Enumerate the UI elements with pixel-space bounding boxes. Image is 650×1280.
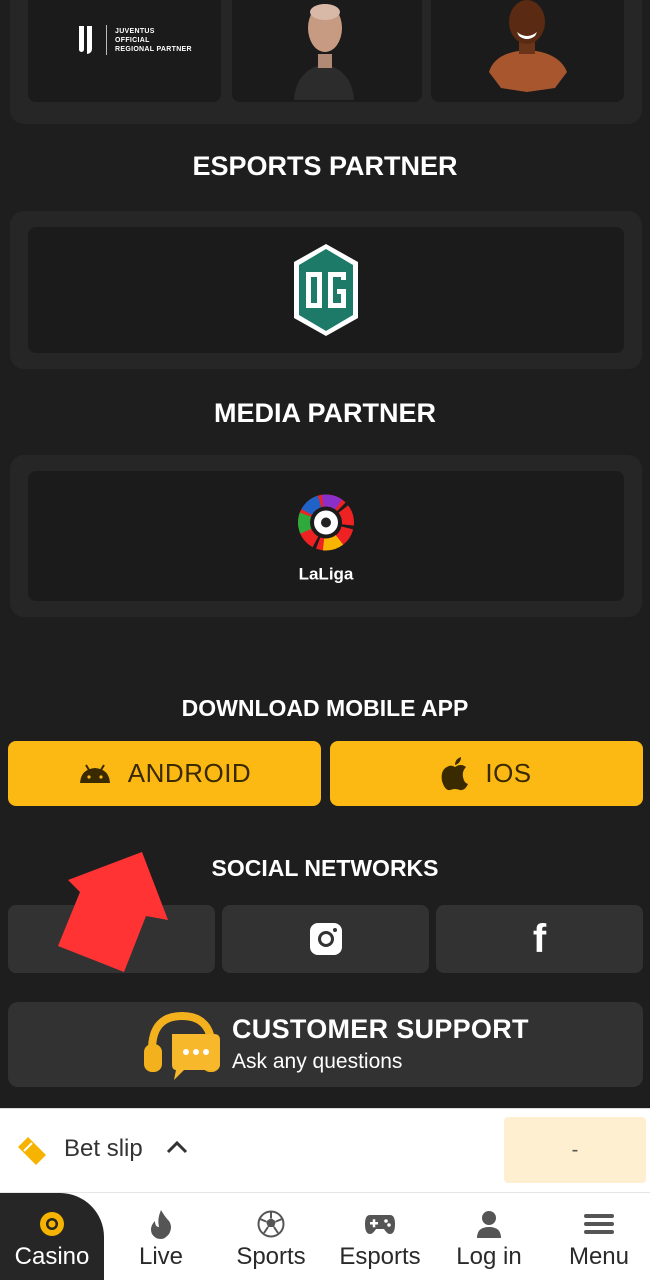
ios-download-button[interactable]: IOS (330, 741, 643, 806)
ambassador-portrait-2 (489, 0, 567, 92)
bet-slip-value: - (504, 1117, 646, 1183)
esports-partner-panel (10, 211, 642, 369)
android-download-button[interactable]: ANDROID (8, 741, 321, 806)
hamburger-icon (584, 1214, 614, 1234)
partner-card-ambassador-1[interactable] (232, 0, 422, 102)
support-title: CUSTOMER SUPPORT (232, 1014, 529, 1044)
og-logo-icon (294, 244, 358, 336)
ios-download-label: IOS (485, 758, 532, 788)
customer-support-banner[interactable]: CUSTOMER SUPPORT Ask any questions (8, 1002, 643, 1087)
flame-icon (151, 1210, 171, 1239)
ticket-icon (18, 1137, 46, 1165)
red-arrow-overlay (58, 852, 168, 972)
ambassador-portrait-1 (294, 4, 354, 100)
nav-casino-label: Casino (14, 1243, 90, 1270)
headset-icon (144, 1011, 220, 1080)
laliga-emblem-icon (298, 494, 354, 551)
download-app-title: DOWNLOAD MOBILE APP (181, 695, 469, 721)
nav-live[interactable]: Live (118, 1193, 204, 1280)
juventus-logo-text: JUVENTUS OFFICIAL REGIONAL PARTNER (115, 27, 192, 53)
esports-partner-card[interactable] (28, 227, 624, 353)
nav-sports-label: Sports (236, 1243, 306, 1270)
nav-esports[interactable]: Esports (332, 1193, 428, 1280)
casino-chip-icon (40, 1212, 64, 1236)
bet-slip-label: Bet slip (64, 1135, 143, 1162)
android-download-label: ANDROID (127, 758, 252, 788)
facebook-icon: f (532, 916, 547, 961)
facebook-button[interactable]: f (436, 905, 643, 973)
chevron-up-icon[interactable] (166, 1139, 188, 1155)
nav-casino[interactable]: Casino (0, 1193, 104, 1280)
esports-partner-title: ESPORTS PARTNER (192, 151, 458, 181)
nav-menu-label: Menu (568, 1243, 630, 1270)
nav-esports-label: Esports (339, 1243, 421, 1270)
nav-login-label: Log in (456, 1243, 522, 1270)
instagram-icon (309, 923, 342, 955)
media-partner-panel: LaLiga (10, 455, 642, 617)
support-subtitle: Ask any questions (232, 1050, 403, 1073)
bottom-navigation: Casino Live Sports Esports Log in Menu (0, 1192, 650, 1280)
apple-icon (441, 756, 469, 790)
gamepad-icon (365, 1215, 395, 1234)
partner-card-ambassador-2[interactable] (431, 0, 624, 102)
soccer-ball-icon (257, 1210, 285, 1238)
media-partner-title: MEDIA PARTNER (214, 398, 436, 428)
sports-partners-panel: JUVENTUS OFFICIAL REGIONAL PARTNER (10, 0, 642, 124)
laliga-logo: LaLiga (286, 488, 366, 585)
instagram-button[interactable] (222, 905, 429, 973)
media-partner-card[interactable]: LaLiga (28, 471, 624, 601)
user-icon (477, 1211, 501, 1238)
bet-slip-bar[interactable]: Bet slip - (0, 1108, 650, 1192)
nav-login[interactable]: Log in (446, 1193, 532, 1280)
nav-menu[interactable]: Menu (556, 1193, 642, 1280)
partner-card-juventus[interactable]: JUVENTUS OFFICIAL REGIONAL PARTNER (28, 0, 221, 102)
juventus-mark-icon (76, 24, 98, 56)
juventus-logo: JUVENTUS OFFICIAL REGIONAL PARTNER (76, 24, 192, 56)
laliga-logo-text: LaLiga (298, 564, 354, 584)
nav-live-label: Live (138, 1243, 184, 1270)
nav-sports[interactable]: Sports (224, 1193, 318, 1280)
android-icon (79, 763, 110, 783)
